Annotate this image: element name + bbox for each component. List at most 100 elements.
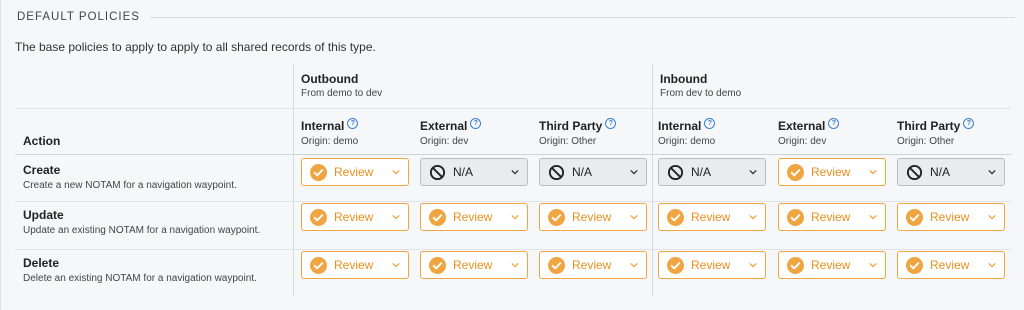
divider [15,108,1011,109]
ban-icon [548,164,565,180]
policy-select-delete-0[interactable]: Review [301,251,409,279]
column-origin: Origin: demo [658,136,716,147]
policy-select-delete-2[interactable]: Review [539,251,647,279]
policy-select-value: Review [811,258,851,272]
chevron-down-icon [511,214,519,220]
ban-icon [906,164,923,180]
column-header-external: External? [778,118,840,133]
policy-select-value: Review [453,258,493,272]
column-header-internal: Internal? [301,118,359,133]
policy-select-create-1[interactable]: N/A [420,158,528,186]
chevron-down-icon [630,214,638,220]
policy-select-update-5[interactable]: Review [897,203,1005,231]
column-header-internal: Internal? [658,118,716,133]
policy-select-value: N/A [453,165,474,179]
policy-select-value: Review [334,258,374,272]
policy-select-update-2[interactable]: Review [539,203,647,231]
policy-select-value: Review [811,210,851,224]
help-icon[interactable]: ? [828,118,840,129]
policy-select-create-3[interactable]: N/A [658,158,766,186]
policy-select-delete-1[interactable]: Review [420,251,528,279]
chevron-down-icon [749,169,757,175]
policy-select-create-4[interactable]: Review [778,158,886,186]
help-icon[interactable]: ? [605,118,617,129]
column-title: External [420,119,468,133]
check-circle-icon [429,208,446,226]
section-header: DEFAULT POLICIES [17,9,1015,25]
policy-select-value: Review [930,258,970,272]
row-title-delete: Delete [23,256,60,270]
check-circle-icon [667,208,684,226]
chevron-down-icon [392,214,400,220]
check-circle-icon [310,163,327,181]
chevron-down-icon [511,169,519,175]
ban-icon [667,164,684,180]
group-subtitle-inbound: From dev to demo [660,88,742,99]
ban-icon [429,164,446,180]
row-title-create: Create [23,163,61,177]
chevron-down-icon [392,169,400,175]
column-origin: Origin: dev [420,136,469,147]
chevron-down-icon [749,262,757,268]
column-origin: Origin: demo [301,136,359,147]
policy-select-value: Review [691,210,731,224]
check-circle-icon [787,208,804,226]
divider [15,154,1011,155]
column-origin: Origin: Other [897,136,955,147]
policy-select-value: Review [930,210,970,224]
chevron-down-icon [869,262,877,268]
section-description: The base policies to apply to apply to a… [15,40,376,54]
policy-select-value: Review [334,210,374,224]
column-header-external: External? [420,118,482,133]
row-description: Delete an existing NOTAM for a navigatio… [23,273,257,284]
policy-select-value: N/A [572,165,593,179]
policy-select-value: Review [572,210,612,224]
policy-select-update-0[interactable]: Review [301,203,409,231]
policy-select-update-3[interactable]: Review [658,203,766,231]
check-circle-icon [310,256,327,274]
chevron-down-icon [630,262,638,268]
policy-select-update-4[interactable]: Review [778,203,886,231]
policy-select-delete-4[interactable]: Review [778,251,886,279]
divider [15,201,1011,202]
column-title: Internal [301,119,345,133]
chevron-down-icon [511,262,519,268]
help-icon[interactable]: ? [347,118,359,129]
policy-table: Outbound From demo to dev Inbound From d… [15,64,1011,296]
policy-select-value: Review [453,210,493,224]
chevron-down-icon [988,214,996,220]
row-title-update: Update [23,208,64,222]
check-circle-icon [667,256,684,274]
policy-select-delete-5[interactable]: Review [897,251,1005,279]
policy-select-create-5[interactable]: N/A [897,158,1005,186]
column-title: Third Party [539,119,603,133]
row-description: Create a new NOTAM for a navigation wayp… [23,180,237,191]
group-divider [652,64,653,296]
policy-select-create-2[interactable]: N/A [539,158,647,186]
check-circle-icon [906,256,923,274]
help-icon[interactable]: ? [470,118,482,129]
group-subtitle-outbound: From demo to dev [301,88,383,99]
divider [15,249,1011,250]
default-policies-panel: DEFAULT POLICIES The base policies to ap… [0,0,1024,310]
policy-select-create-0[interactable]: Review [301,158,409,186]
policy-select-update-1[interactable]: Review [420,203,528,231]
policy-select-delete-3[interactable]: Review [658,251,766,279]
group-title-inbound: Inbound [660,72,708,86]
column-title: External [778,119,826,133]
chevron-down-icon [988,262,996,268]
chevron-down-icon [869,214,877,220]
column-origin: Origin: dev [778,136,827,147]
check-circle-icon [906,208,923,226]
section-title: DEFAULT POLICIES [17,11,140,23]
policy-select-value: N/A [930,165,951,179]
chevron-down-icon [749,214,757,220]
column-header-third-party: Third Party? [897,118,975,133]
column-title: Third Party [897,119,961,133]
help-icon[interactable]: ? [704,118,716,129]
check-circle-icon [787,256,804,274]
policy-select-value: Review [334,165,374,179]
check-circle-icon [310,208,327,226]
help-icon[interactable]: ? [963,118,975,129]
policy-select-value: Review [811,165,851,179]
